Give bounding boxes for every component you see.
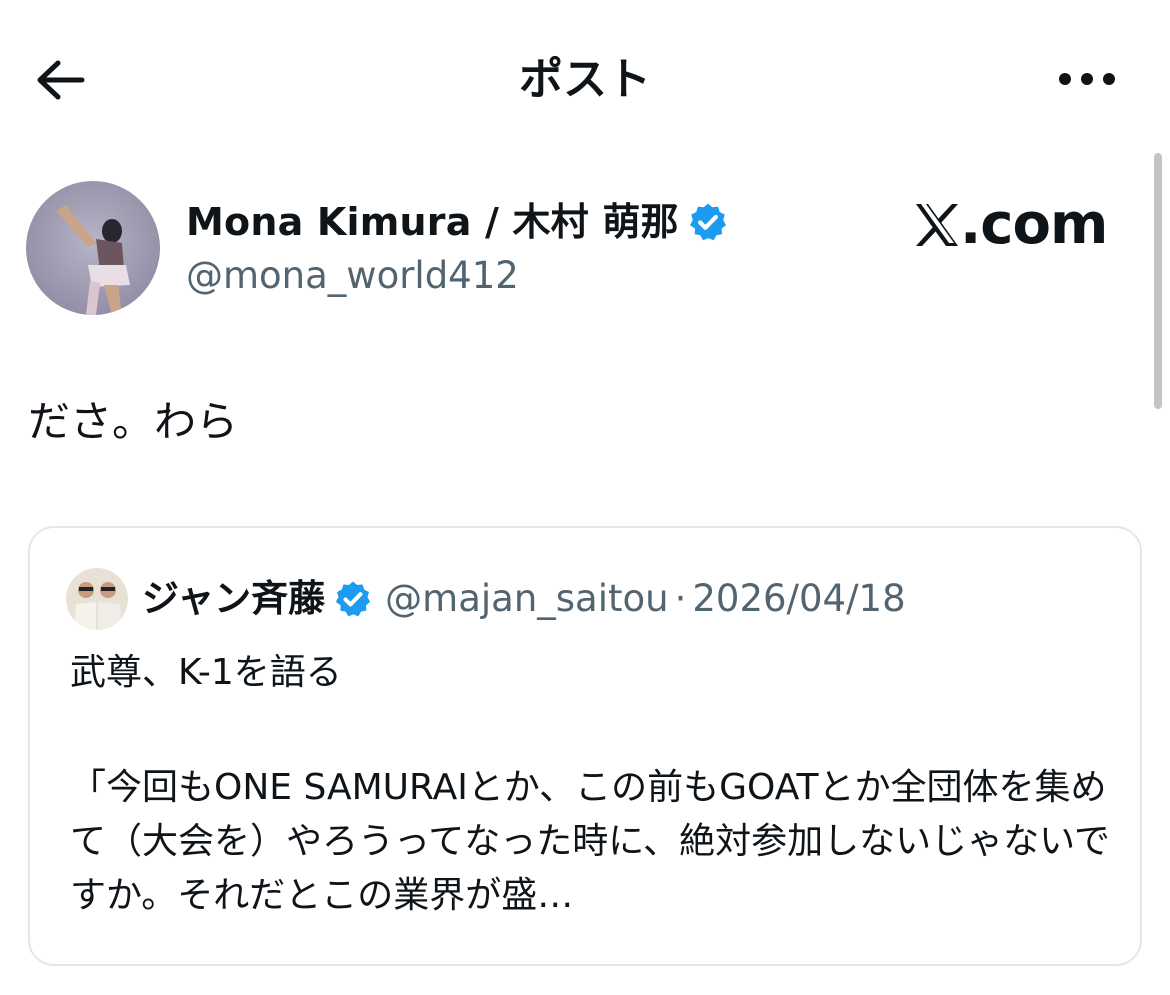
- quoted-post-header: ジャン斉藤 @majan_saitou · 2026/04/18: [66, 568, 906, 630]
- watermark-text: .com: [960, 192, 1108, 257]
- scrollbar[interactable]: [1154, 153, 1162, 409]
- xcom-watermark: .com: [914, 192, 1108, 257]
- quoted-post[interactable]: ジャン斉藤 @majan_saitou · 2026/04/18 武尊、K-1を…: [28, 526, 1142, 966]
- top-bar: ポスト: [0, 0, 1170, 160]
- author-name: Mona Kimura / 木村 萌那: [186, 200, 679, 244]
- quoted-post-date: 2026/04/18: [692, 577, 906, 620]
- quoted-author-name: ジャン斉藤: [142, 577, 326, 620]
- quoted-post-title: 武尊、K-1を語る: [70, 652, 342, 693]
- post-text: ださ。わら: [28, 397, 239, 446]
- author-name-row[interactable]: Mona Kimura / 木村 萌那: [186, 199, 729, 245]
- quoted-author-handle: @majan_saitou: [385, 577, 669, 620]
- x-logo-icon: [916, 204, 958, 246]
- quoted-post-body: 「今回もONE SAMURAIとか、この前もGOATとか全団体を集めて（大会を）…: [70, 767, 1111, 916]
- more-horizontal-icon: [1059, 73, 1115, 85]
- post-author: Mona Kimura / 木村 萌那 @mona_world412 .com: [26, 181, 1126, 321]
- author-handle[interactable]: @mona_world412: [186, 253, 519, 299]
- author-avatar[interactable]: [26, 181, 160, 315]
- verified-badge-icon: [335, 581, 371, 617]
- separator-dot: ·: [674, 577, 687, 620]
- more-options-button[interactable]: [1052, 54, 1122, 104]
- quoted-author-avatar[interactable]: [66, 568, 128, 630]
- verified-badge-icon: [689, 203, 726, 241]
- page-title: ポスト: [519, 54, 651, 105]
